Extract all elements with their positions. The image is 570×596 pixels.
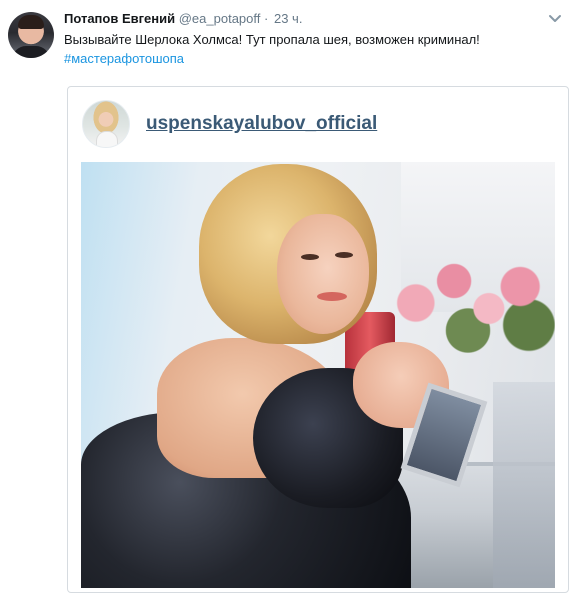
embed-photo[interactable] [81, 162, 555, 588]
hashtag-link[interactable]: #мастерафотошопа [64, 49, 184, 68]
tweet-header: Потапов Евгений @ea_potapoff · 23 ч. [64, 11, 302, 27]
author-handle[interactable]: @ea_potapoff [179, 11, 261, 26]
embed-avatar-body [96, 131, 118, 147]
author-name[interactable]: Потапов Евгений [64, 11, 175, 26]
photo-glass-decor [493, 382, 555, 588]
avatar-shirt [12, 46, 50, 58]
photo-eye-left [301, 254, 319, 260]
tweet: Потапов Евгений @ea_potapoff · 23 ч. Выз… [0, 0, 570, 596]
embed-avatar[interactable] [82, 100, 130, 148]
embedded-instagram-post[interactable]: uspenskayalubov_official [67, 86, 569, 593]
chevron-down-icon[interactable] [548, 14, 562, 24]
photo-face [277, 214, 369, 334]
photo-lips [317, 292, 347, 301]
avatar-hair [18, 15, 44, 29]
embed-username-link[interactable]: uspenskayalubov_official [146, 112, 377, 136]
author-avatar[interactable] [8, 12, 54, 58]
header-separator: · [264, 11, 269, 26]
photo-eye-right [335, 252, 353, 258]
tweet-timestamp[interactable]: 23 ч. [274, 11, 302, 26]
tweet-text: Вызывайте Шерлока Холмса! Тут пропала ше… [64, 32, 480, 47]
